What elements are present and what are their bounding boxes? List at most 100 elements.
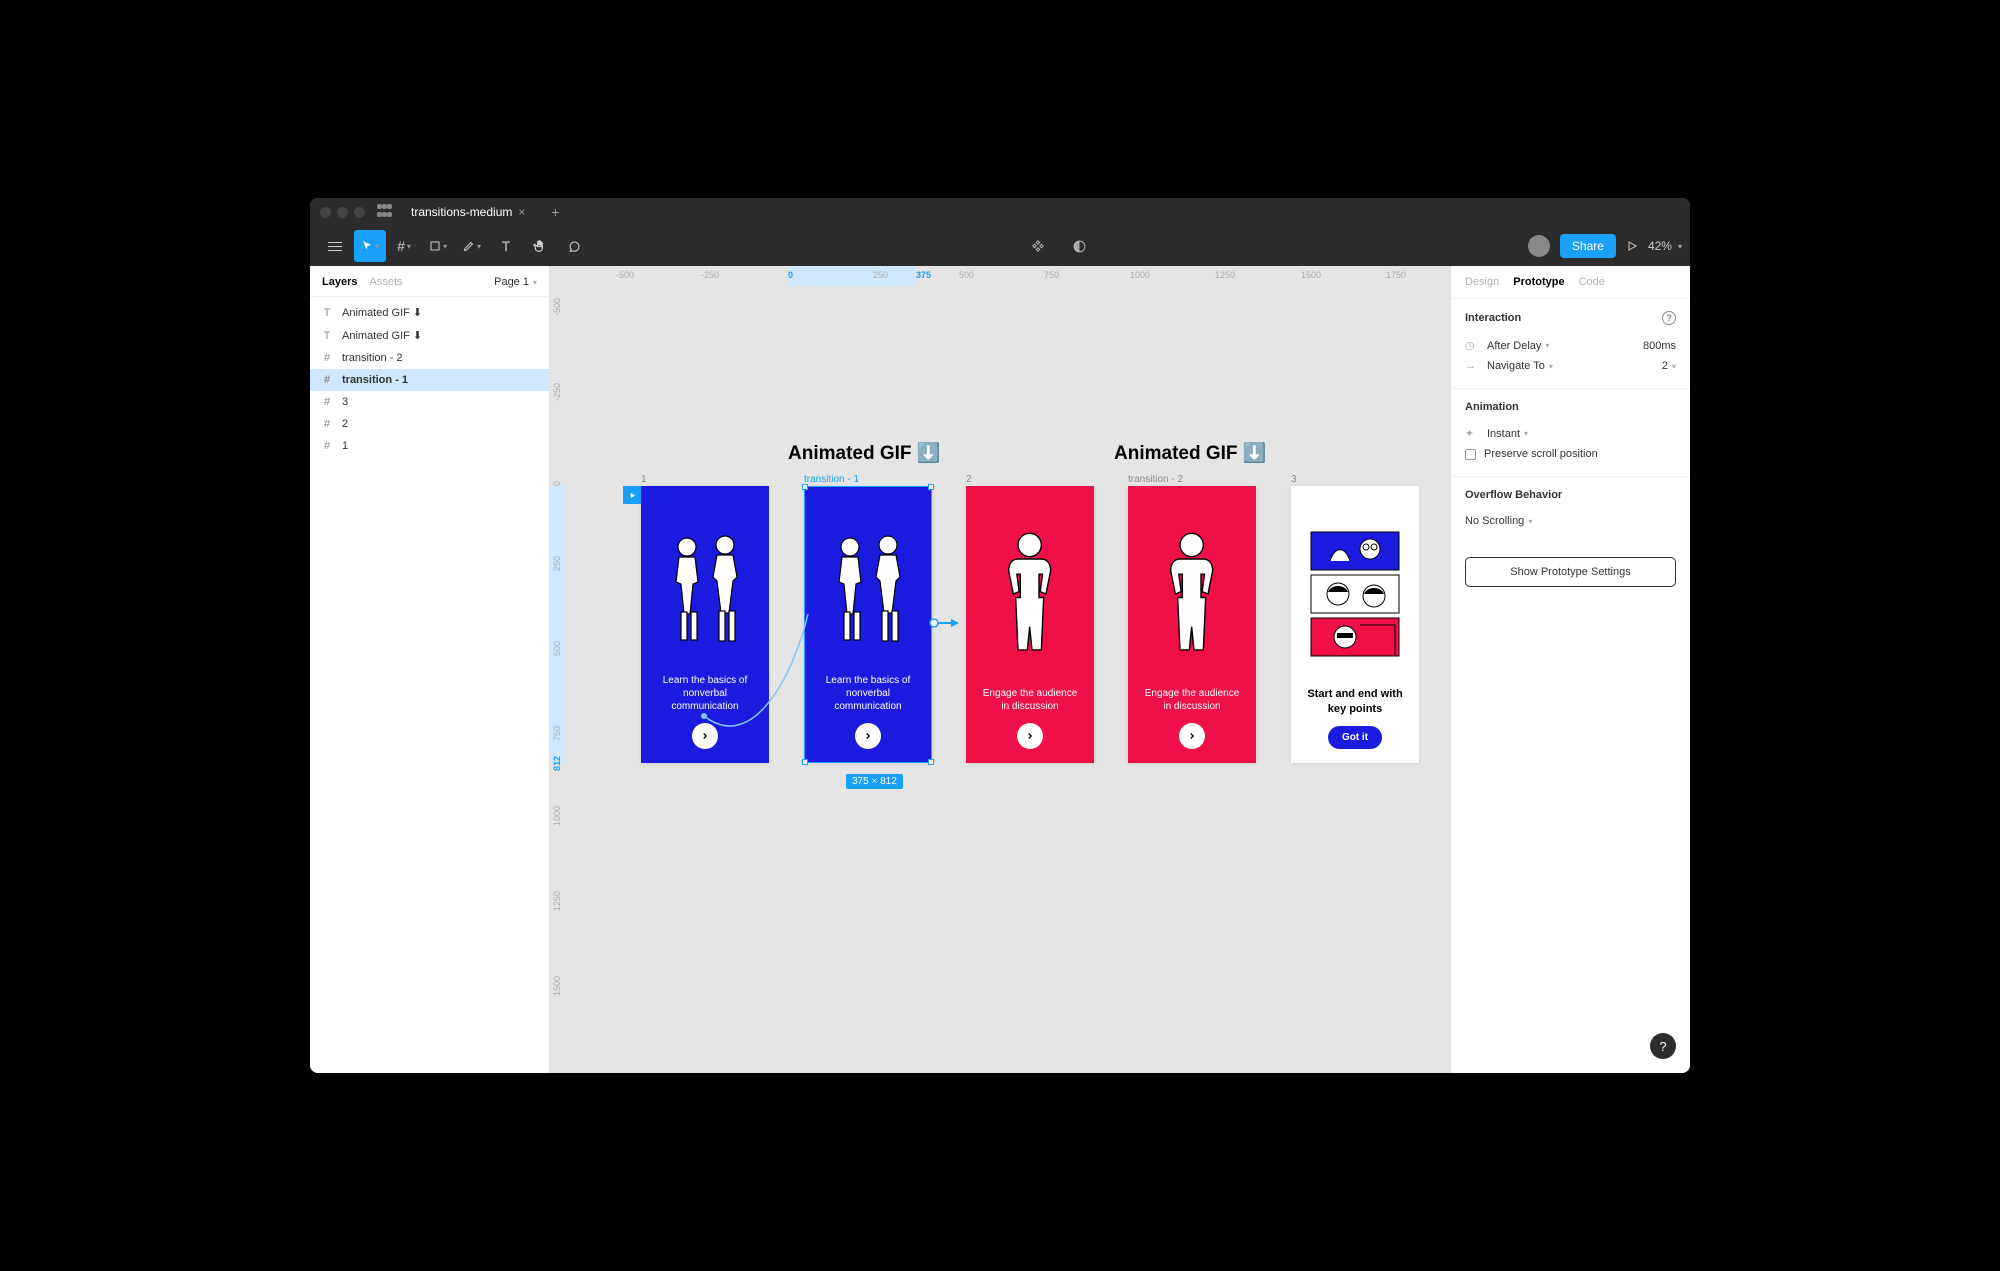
ruler-tick: 750 [1044,270,1059,280]
document-tab[interactable]: transitions-medium × [401,201,535,223]
ruler-horizontal: -500-25002503755007501000125015001750 [566,266,1450,286]
window-controls[interactable] [320,207,365,218]
ruler-tick-sel: 812 [552,756,562,771]
new-tab-button[interactable]: + [543,204,567,220]
right-panel: Design Prototype Code Interaction ? ◷ Af… [1450,266,1690,1073]
interaction-section: Interaction ? ◷ After Delay▾ 800ms → Nav… [1451,299,1690,389]
arrow-icon: → [1465,360,1479,372]
overflow-value-row[interactable]: No Scrolling▾ [1465,511,1676,531]
illustration [980,500,1080,687]
layer-row[interactable]: #transition - 2 [310,347,549,369]
overflow-section: Overflow Behavior No Scrolling▾ [1451,477,1690,543]
frame-2[interactable]: Engage the audience in discussion [966,486,1094,763]
shape-tool[interactable]: ▾ [422,230,454,262]
titlebar: transitions-medium × + [310,198,1690,226]
layer-row[interactable]: #2 [310,413,549,435]
frame-3[interactable]: Start and end with key points Got it [1291,486,1419,763]
ruler-tick: 1500 [552,976,562,996]
figma-logo-icon [377,204,393,220]
layer-row[interactable]: TAnimated GIF ⬇ [310,324,549,347]
page-selector[interactable]: Page 1▾ [494,276,537,288]
toolbar-center [1022,230,1096,262]
present-button[interactable] [1626,240,1638,252]
zoom-dropdown[interactable]: 42%▾ [1648,239,1682,253]
layer-type-icon: T [320,307,334,319]
frame-transition-2[interactable]: Engage the audience in discussion [1128,486,1256,763]
preserve-scroll-row[interactable]: Preserve scroll position [1465,444,1676,464]
layer-type-icon: # [320,440,334,452]
ruler-tick: -500 [616,270,634,280]
layers-tab[interactable]: Layers [322,276,357,288]
ruler-tick: 1000 [1130,270,1150,280]
trigger-row[interactable]: ◷ After Delay▾ 800ms [1465,335,1676,356]
move-tool[interactable]: ▾ [354,230,386,262]
layer-row[interactable]: #3 [310,391,549,413]
ruler-tick: 1250 [1215,270,1235,280]
mask-icon[interactable] [1064,230,1096,262]
frame-text: Engage the audience in discussion [1142,687,1242,713]
animation-type-row[interactable]: ✦ Instant▾ [1465,423,1676,444]
component-icon[interactable] [1022,230,1054,262]
canvas-content[interactable]: Animated GIF ⬇️ Animated GIF ⬇️ 1 Learn … [566,286,1450,1073]
ruler-tick: 1250 [552,891,562,911]
next-button[interactable] [855,723,881,749]
ruler-tick: 1750 [1386,270,1406,280]
frame-transition-1[interactable]: Learn the basics of nonverbal communicat… [804,486,932,763]
frame-label[interactable]: transition - 1 [804,474,859,485]
help-icon[interactable]: ? [1662,311,1676,325]
design-tab[interactable]: Design [1465,276,1499,288]
left-panel-tabs: Layers Assets Page 1▾ [310,266,549,297]
frame-label[interactable]: 2 [966,474,972,485]
ruler-tick: 1000 [552,806,562,826]
next-button[interactable] [692,723,718,749]
menu-button[interactable] [318,230,352,262]
layer-name: Animated GIF ⬇ [342,306,422,319]
section-heading: Overflow Behavior [1465,489,1676,501]
next-button[interactable] [1017,723,1043,749]
canvas[interactable]: -500-25002503755007501000125015001750 81… [550,266,1450,1073]
flow-start-badge[interactable] [623,486,641,504]
layer-type-icon: T [320,330,334,342]
layer-type-icon: # [320,374,334,386]
layer-row[interactable]: #transition - 1 [310,369,549,391]
illustration [818,500,918,674]
layers-list: TAnimated GIF ⬇TAnimated GIF ⬇#transitio… [310,297,549,461]
frame-1[interactable]: Learn the basics of nonverbal communicat… [641,486,769,763]
ruler-tick: -250 [701,270,719,280]
code-tab[interactable]: Code [1579,276,1605,288]
got-it-button[interactable]: Got it [1328,726,1382,749]
next-button[interactable] [1179,723,1205,749]
ruler-tick: 0 [552,481,562,486]
action-row[interactable]: → Navigate To▾ 2▾ [1465,356,1676,376]
frame-label[interactable]: transition - 2 [1128,474,1183,485]
layer-name: 2 [342,418,348,430]
size-badge: 375 × 812 [846,774,903,789]
ruler-tick: 1500 [1301,270,1321,280]
comment-tool[interactable] [558,230,590,262]
layer-row[interactable]: #1 [310,435,549,457]
checkbox[interactable] [1465,449,1476,460]
text-tool[interactable]: T [490,230,522,262]
heading-text: Animated GIF ⬇️ [788,441,940,465]
tab-title: transitions-medium [411,205,512,219]
layer-type-icon: # [320,418,334,430]
help-button[interactable]: ? [1650,1033,1676,1059]
frame-text: Engage the audience in discussion [980,687,1080,713]
frame-label[interactable]: 3 [1291,474,1297,485]
hand-tool[interactable] [524,230,556,262]
frame-label[interactable]: 1 [641,474,647,485]
layer-row[interactable]: T Animated GIF ⬇ [310,301,549,324]
user-avatar[interactable] [1528,235,1550,257]
clock-icon: ◷ [1465,339,1479,352]
ruler-tick: 250 [552,556,562,571]
pen-tool[interactable]: ▾ [456,230,488,262]
heading-text: Animated GIF ⬇️ [1114,441,1266,465]
assets-tab[interactable]: Assets [369,276,402,288]
frame-tool[interactable]: #▾ [388,230,420,262]
ruler-tick: -500 [552,298,562,316]
prototype-settings-button[interactable]: Show Prototype Settings [1465,557,1676,587]
prototype-tab[interactable]: Prototype [1513,276,1564,288]
close-tab-icon[interactable]: × [518,205,525,219]
share-button[interactable]: Share [1560,234,1616,258]
instant-icon: ✦ [1465,427,1479,440]
